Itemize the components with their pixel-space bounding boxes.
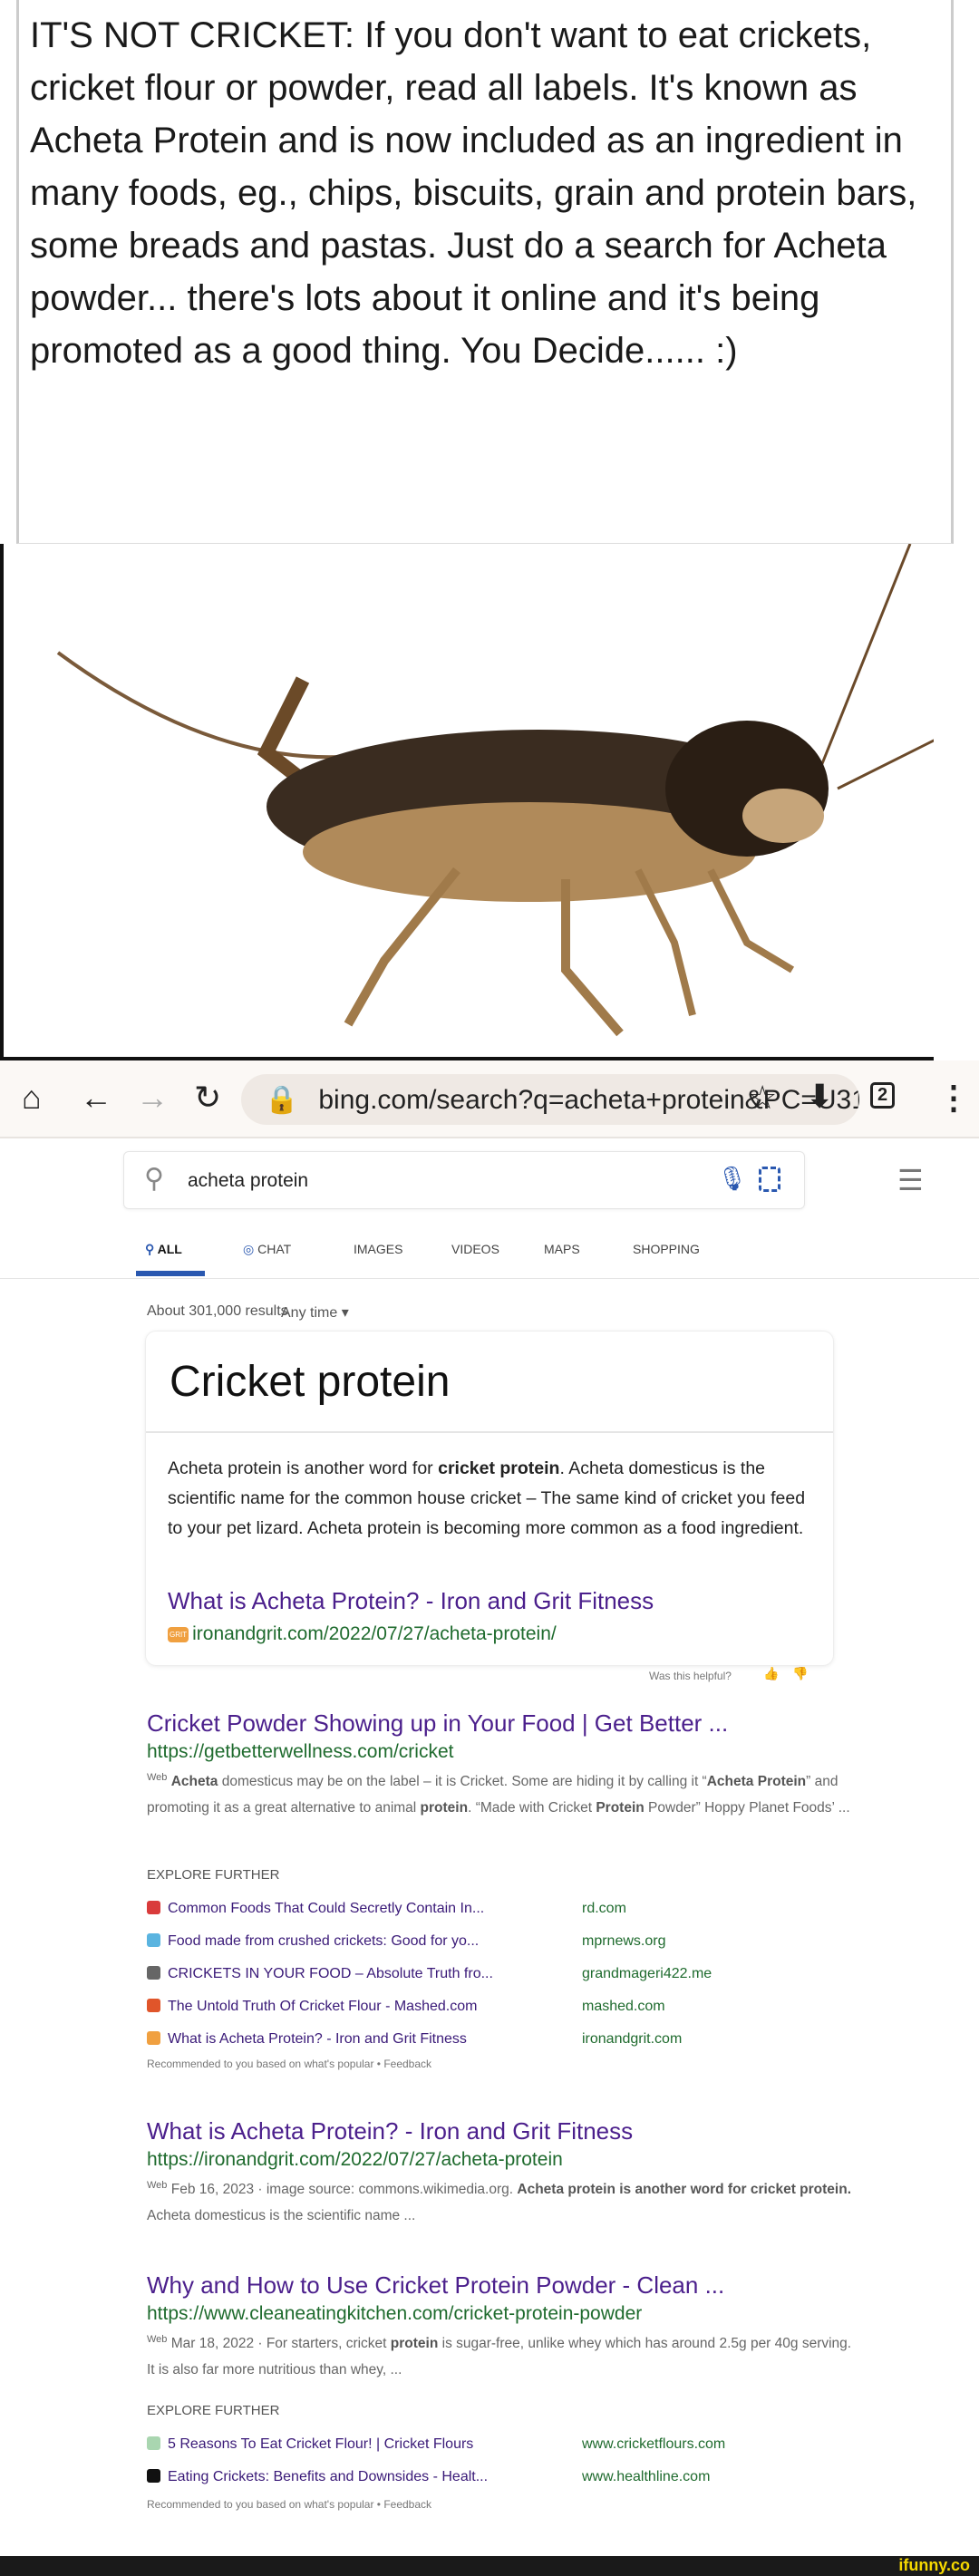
search-icon: ⚲ <box>145 1242 158 1256</box>
recommendation-note: Recommended to you based on what's popul… <box>147 2058 432 2070</box>
answer-heading: Cricket protein <box>170 1358 451 1406</box>
explore-item[interactable]: 5 Reasons To Eat Cricket Flour! | Cricke… <box>147 2436 725 2453</box>
site-favicon-icon <box>147 2469 160 2483</box>
visual-search-icon[interactable] <box>759 1167 780 1192</box>
microphone-icon[interactable]: 🎙 <box>717 1165 747 1193</box>
menu-icon[interactable]: ⋮ <box>937 1079 970 1117</box>
tab-videos[interactable]: VIDEOS <box>451 1242 499 1256</box>
tab-all[interactable]: ⚲ ALL <box>145 1242 182 1257</box>
result-snippet: Web Acheta domesticus may be on the labe… <box>147 1772 850 1816</box>
post-text: IT'S NOT CRICKET: If you don't want to e… <box>16 0 954 544</box>
results-count: About 301,000 results <box>147 1303 288 1319</box>
explore-further-label: EXPLORE FURTHER <box>147 1867 280 1883</box>
thumbs-down-icon[interactable]: 👎 <box>792 1666 808 1681</box>
divider <box>146 1431 833 1433</box>
site-favicon-icon <box>147 1999 160 2012</box>
explore-item[interactable]: The Untold Truth Of Cricket Flour - Mash… <box>147 1999 665 2015</box>
result-snippet: Web Feb 16, 2023 · image source: commons… <box>147 2180 852 2224</box>
explore-item[interactable]: What is Acheta Protein? - Iron and Grit … <box>147 2031 682 2048</box>
result-snippet: Web Mar 18, 2022 · For starters, cricket… <box>147 2334 852 2378</box>
home-icon[interactable]: ⌂ <box>22 1079 42 1117</box>
tab-images[interactable]: IMAGES <box>354 1242 402 1256</box>
result-url[interactable]: https://www.cleaneatingkitchen.com/crick… <box>147 2303 854 2325</box>
explore-item[interactable]: CRICKETS IN YOUR FOOD – Absolute Truth f… <box>147 1966 712 1982</box>
tab-maps[interactable]: MAPS <box>544 1242 580 1256</box>
answer-text: Acheta protein is another word for crick… <box>168 1458 806 1538</box>
tab-count[interactable]: 2 <box>870 1082 896 1109</box>
site-favicon-icon <box>147 1966 160 1980</box>
answer-link-url[interactable]: GRIT ironandgrit.com/2022/07/27/acheta-pr… <box>168 1623 557 1645</box>
tab-chat[interactable]: ◎ CHAT <box>243 1242 291 1257</box>
answer-link-title[interactable]: What is Acheta Protein? - Iron and Grit … <box>168 1587 654 1615</box>
answer-card: Cricket protein Acheta protein is anothe… <box>145 1331 834 1666</box>
site-favicon-icon <box>147 2031 160 2045</box>
search-result: Why and How to Use Cricket Protein Powde… <box>147 2271 854 2383</box>
explore-item[interactable]: Eating Crickets: Benefits and Downsides … <box>147 2469 710 2485</box>
result-title[interactable]: Cricket Powder Showing up in Your Food |… <box>147 1709 854 1738</box>
search-icon: ⚲ <box>144 1164 164 1194</box>
result-url[interactable]: https://getbetterwellness.com/cricket <box>147 1741 854 1763</box>
result-url[interactable]: https://ironandgrit.com/2022/07/27/achet… <box>147 2149 854 2171</box>
site-favicon-icon <box>147 1901 160 1914</box>
download-icon[interactable]: ⬇ <box>807 1079 833 1115</box>
explore-further-label: EXPLORE FURTHER <box>147 2403 280 2418</box>
site-favicon-icon <box>147 1933 160 1947</box>
thumbs-up-icon[interactable]: 👍 <box>763 1666 779 1681</box>
result-title[interactable]: Why and How to Use Cricket Protein Powde… <box>147 2271 854 2300</box>
forward-icon[interactable]: → <box>136 1079 169 1117</box>
explore-item[interactable]: Food made from crushed crickets: Good fo… <box>147 1933 665 1950</box>
cricket-photo <box>0 543 938 1060</box>
hamburger-menu-icon[interactable]: ☰ <box>897 1163 924 1197</box>
helpful-prompt: Was this helpful? <box>649 1670 732 1682</box>
site-favicon-icon <box>147 2436 160 2450</box>
result-title[interactable]: What is Acheta Protein? - Iron and Grit … <box>147 2117 854 2145</box>
search-query: acheta protein <box>188 1170 309 1191</box>
recommendation-note: Recommended to you based on what's popul… <box>147 2498 432 2511</box>
star-icon[interactable]: ☆ <box>748 1079 777 1117</box>
active-tab-indicator <box>136 1271 205 1276</box>
time-filter[interactable]: Any time ▾ <box>281 1303 349 1322</box>
lock-icon: 🔒 <box>265 1085 299 1115</box>
tab-shopping[interactable]: SHOPPING <box>633 1242 700 1256</box>
grit-favicon: GRIT <box>168 1627 189 1642</box>
url-text: bing.com/search?q=acheta+protein&PC=U316 <box>318 1085 859 1115</box>
search-result: What is Acheta Protein? - Iron and Grit … <box>147 2117 854 2229</box>
search-result: Cricket Powder Showing up in Your Food |… <box>147 1709 854 1821</box>
footer-bar: ifunny.co <box>0 2556 979 2576</box>
back-icon[interactable]: ← <box>80 1079 112 1117</box>
search-input[interactable]: ⚲ acheta protein 🎙 <box>123 1151 805 1209</box>
reload-icon[interactable]: ↻ <box>194 1079 221 1117</box>
explore-item[interactable]: Common Foods That Could Secretly Contain… <box>147 1901 626 1917</box>
ifunny-watermark: ifunny.co <box>898 2556 970 2574</box>
chat-icon: ◎ <box>243 1242 258 1256</box>
divider <box>0 1278 979 1279</box>
